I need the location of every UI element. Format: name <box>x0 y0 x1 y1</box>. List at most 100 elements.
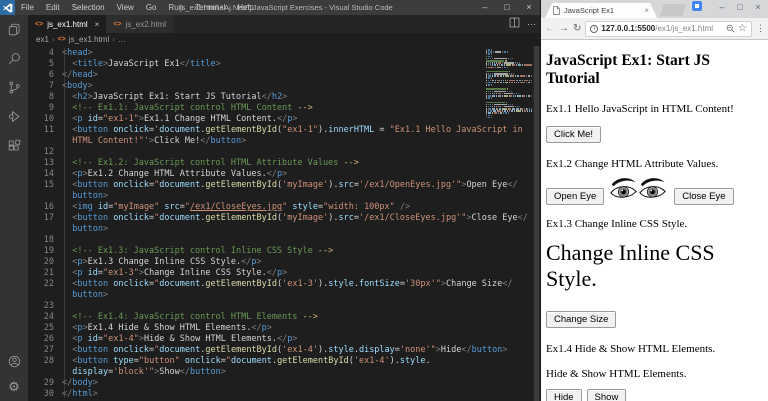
vscode-titlebar: FileEditSelectionViewGoRunTerminalHelp j… <box>0 0 540 15</box>
close-eye-button[interactable]: Close Eye <box>674 188 733 205</box>
browser-tab[interactable]: JavaScript Ex1 × <box>545 3 657 18</box>
search-icon[interactable] <box>6 50 22 66</box>
code-line[interactable]: </html> <box>62 389 540 400</box>
code-line[interactable]: <img id="myImage" src="/ex1/CloseEyes.jp… <box>62 202 540 213</box>
gutter: 4567891011121314151617181920212223242526… <box>28 48 54 400</box>
vscode-close-button[interactable]: × <box>518 0 540 15</box>
code-line[interactable]: <!-- Ex1.4: JavaScript control HTML Elem… <box>62 312 540 323</box>
reload-icon[interactable]: ↻ <box>573 24 581 34</box>
click-me-button[interactable]: Click Me! <box>546 126 601 143</box>
back-icon[interactable]: ← <box>545 24 555 34</box>
tab-js-ex2[interactable]: <> js_ex2.html <box>106 15 173 33</box>
page-heading: JavaScript Ex1: Start JS Tutorial <box>546 52 765 88</box>
code-line[interactable]: HTML Content!"'>Click Me!</button> <box>62 136 540 147</box>
code-line[interactable]: <body> <box>62 81 540 92</box>
vscode-logo-icon <box>0 0 15 15</box>
open-eye-button[interactable]: Open Eye <box>546 188 604 205</box>
explorer-icon[interactable] <box>6 21 22 37</box>
bookmark-star-icon[interactable]: ☆ <box>738 24 747 34</box>
code-line[interactable]: <p id="ex1-3">Change Inline CSS Style.</… <box>62 268 540 279</box>
breadcrumb[interactable]: ex1 › <> js_ex1.html › … <box>28 33 540 46</box>
browser-badge-icon <box>692 1 702 11</box>
vscode-minimize-button[interactable]: – <box>474 0 496 15</box>
html-file-icon: <> <box>58 36 66 43</box>
change-size-button[interactable]: Change Size <box>546 311 616 328</box>
breadcrumb-more[interactable]: … <box>118 35 126 44</box>
settings-gear-icon[interactable]: ⚙ <box>6 379 22 395</box>
code-line[interactable]: <button onclick='document.getElementById… <box>62 125 540 136</box>
menu-selection[interactable]: Selection <box>66 3 111 12</box>
hide-button[interactable]: Hide <box>546 389 582 401</box>
code-line[interactable]: display='block'">Show</button> <box>62 367 540 378</box>
code-line[interactable]: <button onclick="document.getElementById… <box>62 345 540 356</box>
hide-show-text: Hide & Show HTML Elements. <box>546 368 765 380</box>
code-line[interactable]: <!-- Ex1.3: JavaScript control Inline CS… <box>62 246 540 257</box>
address-bar[interactable]: i 127.0.0.1:5500/ex1/js_ex1.html ☆ <box>585 21 752 37</box>
code-line[interactable]: <p>Ex1.3 Change Inline CSS Style.</p> <box>62 257 540 268</box>
eyes-image <box>609 175 667 205</box>
code-line[interactable]: <button onclick="document.getElementById… <box>62 180 540 191</box>
code-line[interactable]: <button onclick="document.getElementById… <box>62 213 540 224</box>
page-file-icon <box>553 6 560 15</box>
url-host: 127.0.0.1:5500 <box>601 24 655 33</box>
code-line[interactable]: <p id="ex1-4">Hide & Show HTML Elements.… <box>62 334 540 345</box>
code-line[interactable] <box>62 235 540 246</box>
code-line[interactable]: <p>Ex1.2 Change HTML Attribute Values.</… <box>62 169 540 180</box>
browser-minimize-button[interactable]: – <box>713 0 731 14</box>
account-icon[interactable] <box>6 353 22 369</box>
run-debug-icon[interactable] <box>6 108 22 124</box>
code-editor[interactable]: 4567891011121314151617181920212223242526… <box>28 46 540 401</box>
split-editor-icon[interactable] <box>509 15 520 33</box>
tab-label: js_ex2.html <box>126 20 166 29</box>
code-line[interactable]: </body> <box>62 378 540 389</box>
new-tab-button[interactable] <box>660 4 686 16</box>
activity-bar: ⚙ <box>0 15 28 401</box>
code-line[interactable]: <!-- Ex1.2: JavaScript control HTML Attr… <box>62 158 540 169</box>
code-rows[interactable]: <head> <title>JavaScript Ex1</title></he… <box>62 48 540 400</box>
url-text[interactable]: 127.0.0.1:5500/ex1/js_ex1.html <box>601 24 723 33</box>
code-line[interactable]: <head> <box>62 48 540 59</box>
browser-close-button[interactable]: × <box>749 0 767 14</box>
code-line[interactable]: </head> <box>62 70 540 81</box>
code-line[interactable]: <p id="ex1-1">Ex1.1 Change HTML Content.… <box>62 114 540 125</box>
show-button[interactable]: Show <box>587 389 627 401</box>
menu-edit[interactable]: Edit <box>40 3 66 12</box>
tab-close-icon[interactable]: × <box>95 20 100 29</box>
browser-menu-icon[interactable]: ⋮ <box>756 23 765 34</box>
html-file-icon: <> <box>113 21 121 28</box>
breadcrumb-folder[interactable]: ex1 <box>36 35 49 44</box>
inline-css-big-text: Change Inline CSS Style. <box>546 240 765 292</box>
code-line[interactable] <box>62 301 540 312</box>
source-control-icon[interactable] <box>6 79 22 95</box>
forward-icon[interactable]: → <box>559 24 569 34</box>
code-line[interactable]: <p>Ex1.4 Hide & Show HTML Elements.</p> <box>62 323 540 334</box>
menu-view[interactable]: View <box>111 3 140 12</box>
browser-tab-title: JavaScript Ex1 <box>564 6 640 15</box>
code-line[interactable]: <title>JavaScript Ex1</title> <box>62 59 540 70</box>
zoom-indicator-icon[interactable] <box>726 24 735 33</box>
browser-tab-close-icon[interactable]: × <box>644 6 649 15</box>
code-line[interactable]: <button type="button" onclick="document.… <box>62 356 540 367</box>
code-line[interactable]: <h2>JavaScript Ex1: Start JS Tutorial</h… <box>62 92 540 103</box>
more-actions-icon[interactable]: ··· <box>527 19 536 29</box>
menu-file[interactable]: File <box>15 3 40 12</box>
code-line[interactable]: button> <box>62 191 540 202</box>
code-line[interactable]: <button onclick="document.getElementById… <box>62 279 540 290</box>
tab-js-ex1[interactable]: <> js_ex1.html × <box>28 15 106 33</box>
editor-scrollbar[interactable] <box>533 46 540 401</box>
code-line[interactable]: button> <box>62 224 540 235</box>
code-line[interactable]: <!-- Ex1.1: JavaScript control HTML Cont… <box>62 103 540 114</box>
vscode-maximize-button[interactable]: □ <box>496 0 518 15</box>
browser-toolbar: ← → ↻ i 127.0.0.1:5500/ex1/js_ex1.html ☆… <box>541 18 768 40</box>
browser-maximize-button[interactable]: □ <box>731 0 749 14</box>
page-info-icon[interactable]: i <box>590 25 598 33</box>
breadcrumb-file[interactable]: js_ex1.html <box>69 35 109 44</box>
html-file-icon: <> <box>35 21 43 28</box>
ex1-3-text: Ex1.3 Change Inline CSS Style. <box>546 218 765 230</box>
vscode-window: FileEditSelectionViewGoRunTerminalHelp j… <box>0 0 540 401</box>
code-line[interactable] <box>62 147 540 158</box>
menu-go[interactable]: Go <box>140 3 163 12</box>
extensions-icon[interactable] <box>6 137 22 153</box>
minimap[interactable] <box>486 49 532 119</box>
code-line[interactable]: button> <box>62 290 540 301</box>
